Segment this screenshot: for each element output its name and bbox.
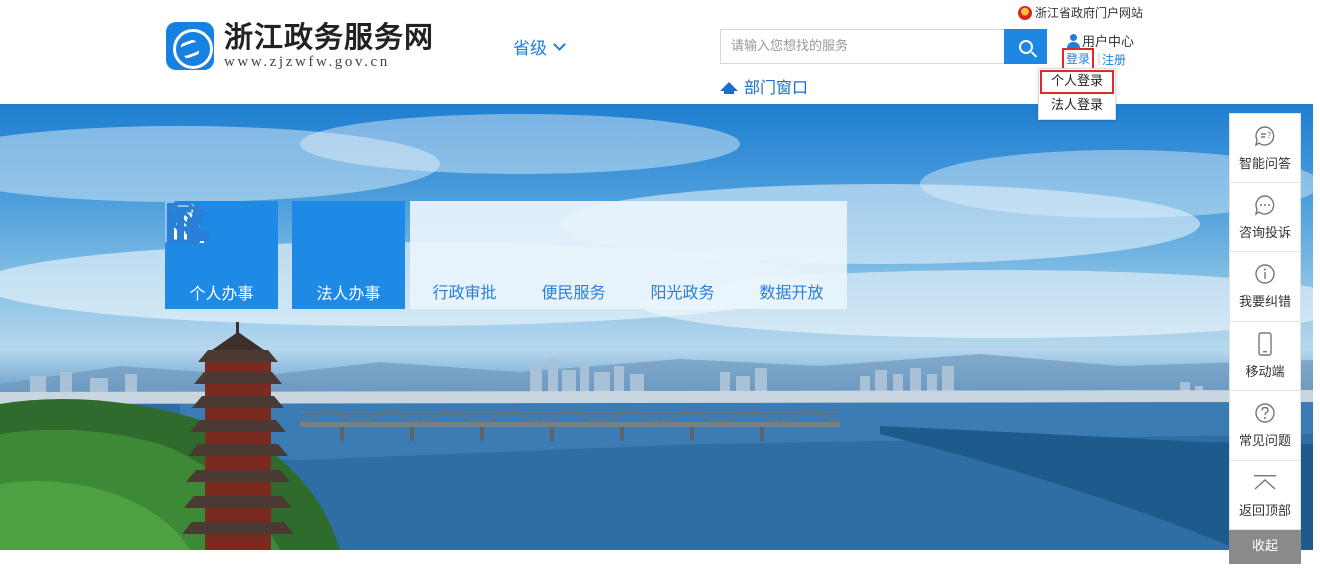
- sidebar-item-smart-qa[interactable]: ? 智能问答: [1229, 113, 1301, 183]
- chat-question-icon: ?: [1254, 124, 1276, 148]
- sidebar-item-back-to-top[interactable]: 返回顶部: [1229, 460, 1301, 530]
- tile-label: 数据开放: [759, 283, 824, 302]
- user-icon: [1067, 33, 1080, 48]
- dept-window-label: 部门窗口: [744, 78, 809, 97]
- tile-administrative-approval[interactable]: 行政审批: [166, 201, 519, 309]
- national-emblem-icon: [1018, 5, 1032, 20]
- tile-label: 个人办事: [189, 284, 254, 303]
- register-link[interactable]: 注册: [1102, 51, 1126, 68]
- collapse-sidebar-button[interactable]: 收起: [1229, 530, 1301, 564]
- sidebar-item-label: 移动端: [1245, 364, 1285, 380]
- tile-label: 行政审批: [432, 283, 497, 302]
- sidebar-item-label: 智能问答: [1238, 156, 1291, 172]
- secondary-service-tiles: 行政审批 便民服务 阳光政务 数据开放: [166, 201, 847, 309]
- search-icon: [1018, 39, 1033, 54]
- info-icon: [1254, 262, 1276, 286]
- login-link[interactable]: 登录: [1062, 48, 1094, 70]
- menu-item-personal-login[interactable]: 个人登录: [1040, 70, 1114, 94]
- sidebar-item-label: 我要纠错: [1238, 295, 1291, 311]
- svg-text:?: ?: [1267, 131, 1271, 140]
- logo-title: 浙江政务服务网: [224, 20, 435, 54]
- search-button[interactable]: [1004, 29, 1047, 64]
- tile-public-services[interactable]: 便民服务: [167, 201, 628, 309]
- divider: |: [1097, 51, 1102, 65]
- home-icon: [720, 81, 738, 94]
- sidebar-item-label: 咨询投诉: [1238, 225, 1291, 241]
- sidebar-item-label: 常见问题: [1238, 434, 1291, 450]
- sidebar-item-mobile[interactable]: 移动端: [1229, 321, 1301, 391]
- tile-label: 便民服务: [541, 283, 606, 302]
- site-logo[interactable]: 浙江政务服务网 www.zjzwfw.gov.cn: [166, 22, 434, 70]
- sidebar-item-label: 返回顶部: [1238, 503, 1291, 519]
- question-icon: [1254, 401, 1276, 425]
- login-dropdown-menu: 个人登录 法人登录: [1038, 68, 1116, 120]
- mobile-icon: [1257, 332, 1273, 356]
- back-to-top-icon: [1253, 471, 1277, 495]
- gov-portal-link-label: 浙江省政府门户网站: [1035, 6, 1144, 20]
- tile-transparent-government[interactable]: 阳光政务: [166, 201, 737, 309]
- tile-label: 法人办事: [316, 284, 381, 303]
- sidebar-item-report-error[interactable]: 我要纠错: [1229, 252, 1301, 322]
- region-selector[interactable]: 省级: [513, 34, 566, 59]
- tile-label: 阳光政务: [650, 283, 715, 302]
- hero-banner: 个人办事 法人办事 行政审批 便民服务 阳光政务 数据开放: [0, 104, 1313, 550]
- logo-mark-icon: [166, 22, 214, 70]
- city-landscape-illustration: [0, 114, 1313, 550]
- sidebar-item-faq[interactable]: 常见问题: [1229, 391, 1301, 461]
- site-header: 浙江省政府门户网站 浙江政务服务网 www.zjzwfw.gov.cn 省级 部…: [0, 0, 1320, 120]
- region-selector-label: 省级: [513, 39, 547, 59]
- menu-item-corporate-login[interactable]: 法人登录: [1039, 94, 1115, 119]
- search-bar: [720, 29, 1047, 64]
- chevron-down-icon: [553, 37, 566, 51]
- floating-sidebar: ? 智能问答 咨询投诉 我要纠错 移动端 常见问题 返回顶部 收起: [1229, 113, 1301, 564]
- gov-portal-link[interactable]: 浙江省政府门户网站: [1018, 4, 1143, 21]
- dept-window-link[interactable]: 部门窗口: [720, 74, 808, 98]
- tile-open-data[interactable]: 数据开放: [167, 201, 846, 309]
- tile-corporate-affairs[interactable]: 法人办事: [165, 201, 405, 309]
- sidebar-item-consult-complaint[interactable]: 咨询投诉: [1229, 182, 1301, 252]
- service-tiles: 个人办事 法人办事 行政审批 便民服务 阳光政务 数据开放: [165, 201, 847, 309]
- search-input[interactable]: [721, 30, 1004, 63]
- chat-dots-icon: [1254, 193, 1276, 217]
- logo-url: www.zjzwfw.gov.cn: [224, 54, 390, 70]
- page-content-start: [0, 550, 1320, 572]
